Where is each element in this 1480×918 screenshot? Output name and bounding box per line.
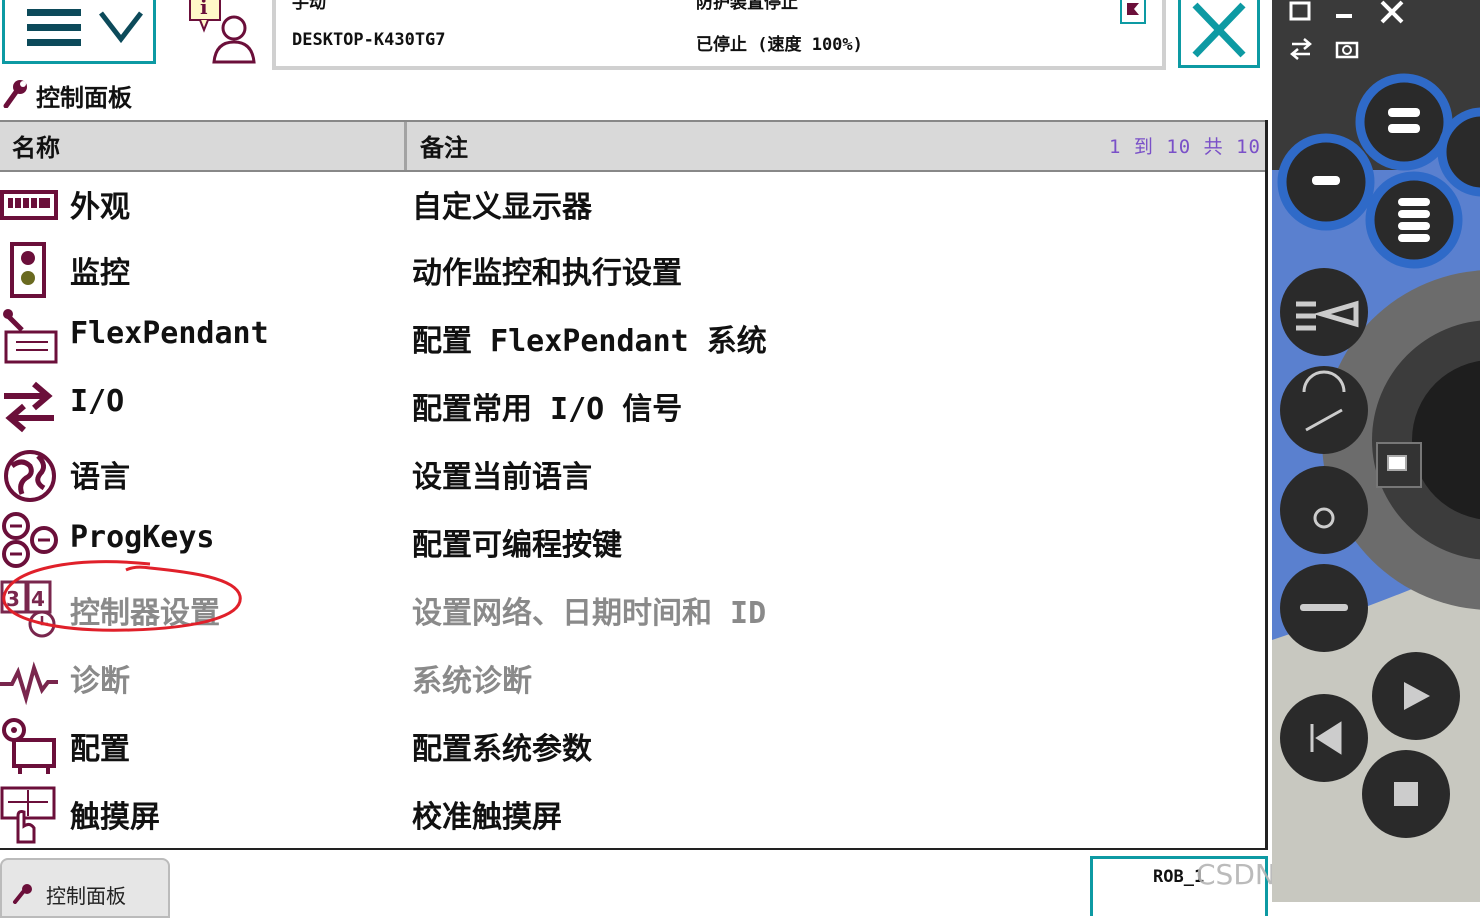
language-globe-icon xyxy=(4,450,56,502)
enable-device-indicator xyxy=(1376,442,1422,488)
status-flag-icon xyxy=(1120,0,1146,24)
row-name: 诊断 xyxy=(70,664,130,699)
jog-mode-buttons[interactable] xyxy=(1276,264,1376,664)
page-header: 控制面板 xyxy=(0,72,400,112)
row-note: 系统诊断 xyxy=(412,664,532,699)
table-row[interactable]: 语言 设置当前语言 xyxy=(0,440,1265,508)
wrench-icon xyxy=(3,80,27,108)
table-row[interactable]: 监控 动作监控和执行设置 xyxy=(0,236,1265,304)
row-name: 外观 xyxy=(70,190,130,225)
column-name-label: 名称 xyxy=(12,134,60,162)
row-name: 控制器设置 xyxy=(70,596,220,631)
playback-controls[interactable] xyxy=(1272,640,1480,902)
pendant-hardware-panel xyxy=(1272,0,1480,902)
run-state: 已停止 (速度 100%) xyxy=(696,35,863,55)
column-header-name[interactable]: 名称 xyxy=(0,122,407,170)
configuration-icon xyxy=(2,718,56,774)
row-name: 触摸屏 xyxy=(70,800,160,835)
appearance-icon xyxy=(0,190,58,220)
table-row[interactable]: 外观 自定义显示器 xyxy=(0,170,1265,238)
row-name: 配置 xyxy=(70,732,130,767)
io-icon xyxy=(4,381,54,433)
table-row: 诊断 系统诊断 xyxy=(0,644,1265,712)
guard-status: 防护装置停止 xyxy=(696,0,798,13)
row-note: 校准触摸屏 xyxy=(412,800,562,835)
progkey-cluster xyxy=(1277,73,1480,269)
operator-info-icon[interactable]: i xyxy=(186,0,258,64)
main-menu-button[interactable] xyxy=(2,0,156,64)
controller-settings-icon: 34 xyxy=(0,580,56,638)
status-bar[interactable]: 手动 DESKTOP-K430TG7 防护装置停止 已停止 (速度 100%) xyxy=(272,0,1166,70)
table-header: 名称 备注 1 到 10 共 10 xyxy=(0,120,1265,172)
table-row[interactable]: ProgKeys 配置可编程按键 xyxy=(0,508,1265,576)
diagnostics-icon xyxy=(0,661,58,706)
window-restore-button[interactable] xyxy=(1288,0,1312,28)
row-name: I/O xyxy=(70,384,125,419)
row-note: 配置系统参数 xyxy=(412,732,592,767)
close-button[interactable] xyxy=(1178,0,1260,68)
svg-text:4: 4 xyxy=(31,587,45,611)
table-row[interactable]: I/O 配置常用 I/O 信号 xyxy=(0,372,1265,440)
window-minimize-button[interactable] xyxy=(1332,0,1356,28)
table-row[interactable]: 触摸屏 校准触摸屏 xyxy=(0,780,1265,848)
close-icon xyxy=(1192,2,1246,58)
hamburger-icon xyxy=(27,9,81,54)
table-row[interactable]: 配置 配置系统参数 xyxy=(0,712,1265,780)
page-title: 控制面板 xyxy=(36,84,132,112)
svg-text:i: i xyxy=(200,0,208,19)
wrench-icon xyxy=(13,884,32,904)
row-note: 动作监控和执行设置 xyxy=(412,256,682,291)
table-row[interactable]: FlexPendant 配置 FlexPendant 系统 xyxy=(0,304,1265,372)
svg-text:3: 3 xyxy=(6,587,20,611)
row-note: 配置常用 I/O 信号 xyxy=(412,392,683,427)
monitor-icon xyxy=(10,242,46,298)
taskbar-tab-label: 控制面板 xyxy=(46,884,126,908)
row-count-indicator: 1 到 10 共 10 xyxy=(1109,136,1261,158)
flexpendant-icon xyxy=(3,309,58,364)
progkeys-icon xyxy=(2,512,58,568)
chevron-down-icon xyxy=(99,11,143,44)
table-row: 3 4 控制器设置 设置网络、日期时间和 ID xyxy=(0,576,1265,644)
arrows-swap-icon[interactable] xyxy=(1288,36,1314,66)
window-close-button[interactable] xyxy=(1378,0,1406,28)
taskbar-tab-control-panel[interactable]: 控制面板 xyxy=(0,858,170,918)
row-note: 设置网络、日期时间和 ID xyxy=(412,596,767,631)
column-header-note: 备注 xyxy=(420,134,468,162)
row-name: ProgKeys xyxy=(70,520,215,555)
row-note: 配置可编程按键 xyxy=(412,528,622,563)
row-note: 配置 FlexPendant 系统 xyxy=(412,324,767,359)
mode-label: 手动 xyxy=(292,0,326,13)
control-panel-table: 名称 备注 1 到 10 共 10 外观 自定义显示器监控 动作监控和执行设置 Fle… xyxy=(0,120,1268,850)
row-name: 监控 xyxy=(70,256,130,291)
row-name: FlexPendant xyxy=(70,316,269,351)
host-label: DESKTOP-K430TG7 xyxy=(292,30,446,50)
row-name: 语言 xyxy=(70,460,130,495)
touchscreen-icon xyxy=(0,786,56,844)
row-note: 设置当前语言 xyxy=(412,460,592,495)
row-note: 自定义显示器 xyxy=(412,190,592,225)
camera-icon[interactable] xyxy=(1334,36,1360,64)
